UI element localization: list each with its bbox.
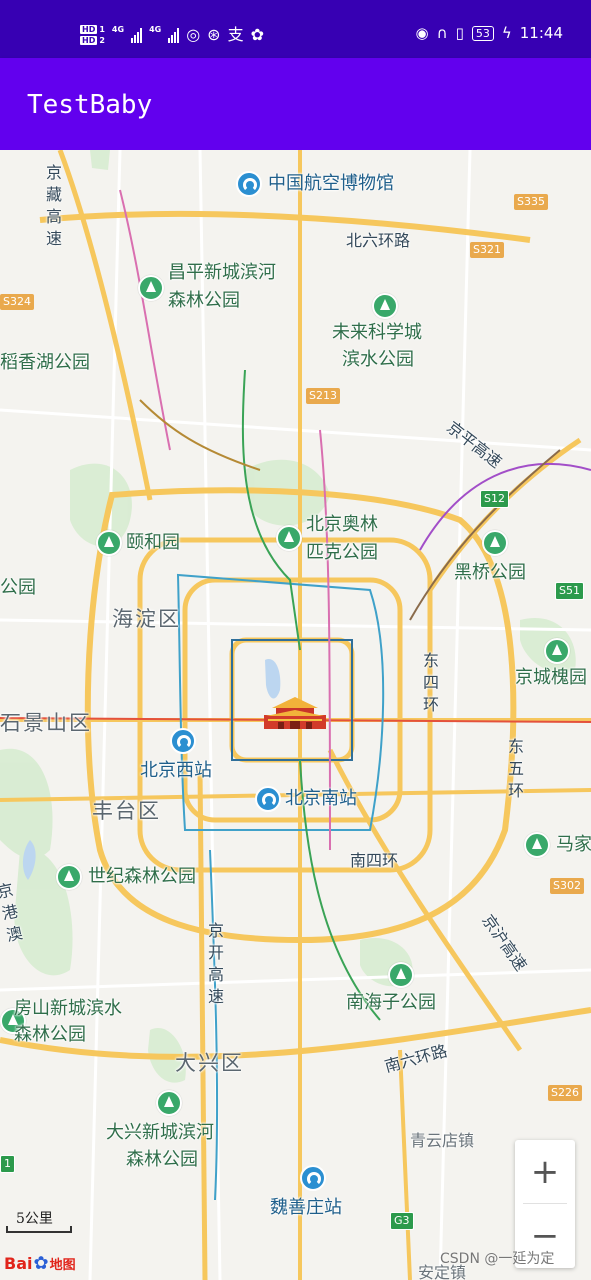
poi-beijing-west-station[interactable]: 北京西站 [140, 758, 212, 784]
park-tree-icon [482, 530, 508, 556]
highway-shield-s321: S321 [470, 242, 504, 258]
poi-fangshan-park[interactable]: 房山新城滨水 [14, 996, 122, 1022]
hd-indicators: HD 1 HD 2 [80, 25, 105, 45]
poi-summer-palace[interactable]: 颐和园 [126, 530, 180, 556]
district-haidian: 海淀区 [112, 607, 181, 631]
network-type-2: 4G [149, 24, 162, 34]
status-bar: HD 1 HD 2 4G 4G ◎ ⊛ 支 ✿ ◉ ∩ ▯ 53 ϟ 11:44 [0, 0, 591, 58]
poi-nanhaizi-park[interactable]: 南海子公园 [346, 990, 436, 1016]
road-east-4th-ring: 东四环 [422, 651, 439, 714]
district-shijingshan: 石景山区 [0, 711, 92, 735]
eye-comfort-icon: ◉ [415, 24, 429, 42]
app-title: TestBaby [27, 90, 153, 120]
highway-shield-s302: S302 [550, 878, 584, 894]
poi-changping-park[interactable]: 昌平新城滨河 [168, 260, 276, 286]
baidu-map-logo: Bai ✿ 地图 [4, 1250, 76, 1276]
poi-jingcheng-huaiyuan[interactable]: 京城槐园 [515, 665, 587, 691]
park-tree-icon [544, 638, 570, 664]
hd2-number: 2 [99, 36, 105, 45]
hd1-label: HD [80, 25, 98, 34]
park-tree-icon [524, 832, 550, 858]
battery-indicator: 53 [471, 25, 494, 41]
poi-fangshan-park-line2[interactable]: 森林公园 [14, 1022, 86, 1048]
district-daxing: 大兴区 [175, 1051, 244, 1075]
road-jingkai-expressway: 京开高速 [207, 921, 224, 1006]
poi-daoxiang-lake[interactable]: 稻香湖公园 [0, 350, 90, 376]
poi-park-left[interactable]: 公园 [0, 575, 36, 601]
signal-1-icon [131, 27, 143, 43]
poi-olympic-park[interactable]: 北京奥林 [306, 512, 378, 538]
poi-weishanzhuang-station[interactable]: 魏善庄站 [270, 1195, 342, 1221]
charging-icon: ϟ [501, 24, 512, 42]
baidu-logo-map-text: 地图 [49, 1257, 76, 1273]
train-station-icon [170, 728, 196, 754]
district-fengtai: 丰台区 [92, 799, 161, 823]
poi-weilai-park-line2[interactable]: 滨水公园 [342, 347, 414, 373]
park-tree-icon [56, 864, 82, 890]
hd1-number: 1 [99, 25, 105, 34]
csdn-watermark: CSDN @一延为定 [440, 1251, 555, 1267]
petal-icon: ✿ [250, 25, 264, 44]
poi-heiqiao-park[interactable]: 黑桥公园 [454, 560, 526, 586]
road-north-6th-ring: 北六环路 [346, 231, 411, 250]
highway-shield-s51: S51 [555, 582, 584, 600]
status-left-icons: HD 1 HD 2 4G 4G ◎ ⊛ 支 ✿ [80, 18, 264, 52]
park-tree-icon [372, 293, 398, 319]
baidu-logo-text: Bai [4, 1253, 33, 1273]
park-tree-icon [388, 962, 414, 988]
highway-shield-g3: G3 [390, 1212, 414, 1230]
palace-icon [96, 530, 122, 556]
signal-2-icon [168, 27, 180, 43]
hd2-label: HD [80, 36, 98, 45]
park-tree-icon [138, 275, 164, 301]
map-scale-label: 5公里 [16, 1211, 53, 1227]
alipay-icon: 支 [227, 25, 244, 44]
zoom-in-button[interactable]: + [515, 1140, 575, 1203]
clock: 11:44 [519, 24, 563, 42]
road-jingzang-expressway: 京藏高速 [45, 163, 62, 248]
status-right-icons: ◉ ∩ ▯ 53 ϟ 11:44 [416, 24, 563, 42]
poi-weilai-park[interactable]: 未来科学城 [332, 320, 422, 346]
hd2-indicator: HD 2 [80, 36, 105, 45]
park-tree-icon [156, 1090, 182, 1116]
poi-century-forest-park[interactable]: 世纪森林公园 [88, 864, 196, 890]
airport-museum-icon [236, 171, 262, 197]
highway-shield-s335: S335 [514, 194, 548, 210]
app-icon: ⊛ [207, 25, 221, 44]
road-south-4th-ring: 南四环 [350, 851, 399, 870]
baidu-paw-icon: ✿ [33, 1252, 49, 1274]
highway-shield-s213: S213 [306, 388, 340, 404]
town-qingyundian: 青云店镇 [410, 1131, 475, 1150]
map-scale-bar [6, 1226, 72, 1233]
train-station-icon [255, 786, 281, 812]
highway-shield-s226: S226 [548, 1085, 582, 1101]
hd1-indicator: HD 1 [80, 25, 105, 34]
poi-olympic-park-line2[interactable]: 匹克公园 [306, 540, 378, 566]
hotspot-icon: ◎ [186, 25, 201, 44]
park-tree-icon [276, 525, 302, 551]
poi-daxing-park[interactable]: 大兴新城滨河 [106, 1120, 214, 1146]
headphones-icon: ∩ [436, 24, 448, 42]
network-type-1: 4G [111, 24, 125, 34]
app-bar: TestBaby [0, 58, 591, 150]
road-east-5th-ring: 东五环 [507, 737, 524, 800]
highway-shield-1: 1 [0, 1155, 15, 1173]
map-view[interactable]: S335 S321 S324 S213 S12 S51 S302 S226 G3… [0, 150, 591, 1280]
poi-daxing-park-line2[interactable]: 森林公园 [126, 1147, 198, 1173]
poi-aviation-museum[interactable]: 中国航空博物馆 [268, 171, 394, 197]
poi-beijing-south-station[interactable]: 北京南站 [285, 786, 357, 812]
tiananmen-landmark-icon[interactable] [262, 695, 328, 731]
highway-shield-s324: S324 [0, 294, 34, 310]
vibrate-icon: ▯ [455, 24, 464, 42]
train-station-icon [300, 1165, 326, 1191]
highway-shield-s12: S12 [480, 490, 509, 508]
poi-majia[interactable]: 马家 [556, 832, 591, 858]
poi-changping-park-line2[interactable]: 森林公园 [168, 288, 240, 314]
